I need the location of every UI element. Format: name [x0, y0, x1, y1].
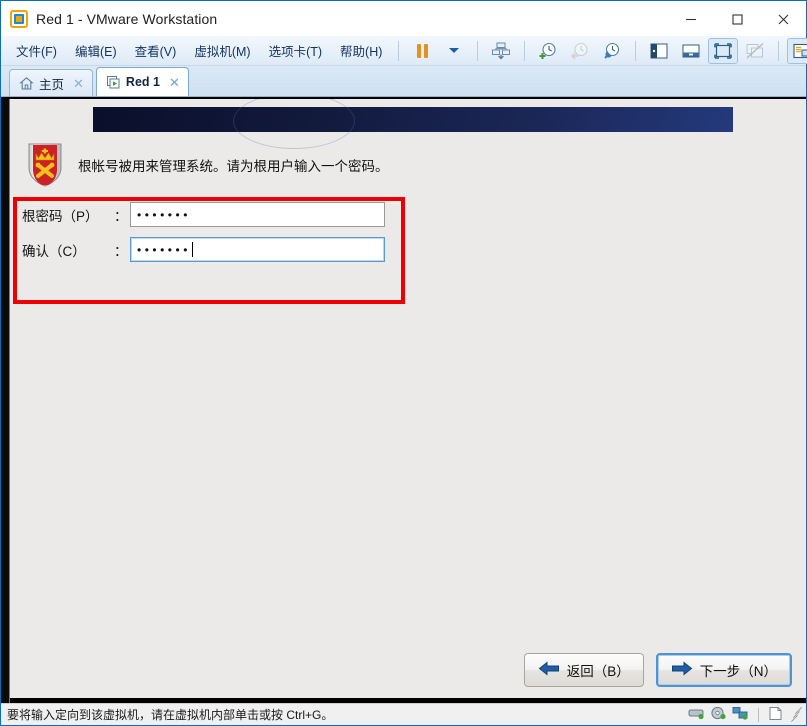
console-view-icon[interactable] [787, 37, 807, 64]
menu-bar: 文件(F) 编辑(E) 查看(V) 虚拟机(M) 选项卡(T) 帮助(H) [1, 36, 807, 66]
status-separator [758, 707, 759, 722]
back-button[interactable]: 返回（B） [523, 653, 644, 687]
status-bar: 要将输入定向到该虚拟机，请在虚拟机内部单击或按 Ctrl+G。 [1, 703, 806, 725]
send-ctrl-alt-del-icon[interactable] [486, 38, 516, 64]
tab-home-close-icon[interactable]: ✕ [73, 77, 84, 90]
menu-help[interactable]: 帮助(H) [331, 37, 391, 64]
menu-view[interactable]: 查看(V) [126, 37, 186, 64]
toolbar-separator [477, 40, 479, 61]
window-title: Red 1 - VMware Workstation [36, 10, 218, 27]
revert-snapshot-icon [565, 38, 595, 64]
password-form: 根密码（P） ： ••••••• 确认（C） ： ••••••• [22, 202, 392, 272]
show-library-icon[interactable] [644, 38, 674, 64]
home-icon [19, 76, 34, 91]
root-password-shield-icon [24, 141, 66, 188]
menu-tabs[interactable]: 选项卡(T) [260, 37, 331, 64]
installer-intro: 根帐号被用来管理系统。请为根用户输入一个密码。 [24, 141, 389, 188]
next-button[interactable]: 下一步（N） [655, 653, 792, 687]
toolbar-separator [778, 40, 780, 61]
tab-home-label: 主页 [39, 77, 65, 92]
next-arrow-icon [671, 661, 693, 679]
vm-left-rail [1, 99, 9, 703]
minimize-button[interactable] [668, 1, 714, 36]
show-thumbnail-bar-icon[interactable] [676, 38, 706, 64]
tab-bar: 主页 ✕ Red 1 ✕ [1, 66, 806, 97]
confirm-password-colon: ： [114, 243, 128, 259]
cd-dvd-icon[interactable] [710, 706, 727, 724]
notes-icon[interactable] [768, 706, 783, 724]
network-adapter-icon[interactable] [732, 706, 749, 724]
status-message: 要将输入定向到该虚拟机，请在虚拟机内部单击或按 Ctrl+G。 [7, 708, 334, 722]
root-password-value: ••••••• [137, 207, 191, 222]
installer-banner [93, 99, 733, 149]
menu-file[interactable]: 文件(F) [7, 37, 66, 64]
next-button-label: 下一步（N） [699, 664, 777, 679]
status-device-icons [688, 706, 803, 724]
root-password-row: 根密码（P） ： ••••••• [22, 202, 392, 227]
close-button[interactable] [760, 1, 806, 36]
menu-edit[interactable]: 编辑(E) [66, 37, 126, 64]
vm-console-area[interactable]: 根帐号被用来管理系统。请为根用户输入一个密码。 根密码（P） ： •••••••… [1, 97, 806, 703]
confirm-password-field[interactable]: ••••••• [130, 237, 385, 262]
toolbar-separator [635, 40, 637, 61]
snapshot-manager-icon[interactable] [597, 38, 627, 64]
confirm-password-row: 确认（C） ： ••••••• [22, 237, 392, 262]
guest-screen[interactable]: 根帐号被用来管理系统。请为根用户输入一个密码。 根密码（P） ： •••••••… [9, 99, 806, 703]
window-controls [668, 1, 806, 36]
vmware-workstation-icon [10, 9, 28, 28]
maximize-button[interactable] [714, 1, 760, 36]
confirm-password-label: 确认（C） [22, 243, 86, 259]
tab-red-1[interactable]: Red 1 ✕ [95, 67, 189, 96]
title-bar: Red 1 - VMware Workstation [1, 1, 806, 36]
hard-disk-icon[interactable] [688, 706, 705, 724]
toolbar-separator [524, 40, 526, 61]
text-cursor [191, 242, 193, 257]
take-snapshot-icon[interactable] [533, 38, 563, 64]
resize-grip[interactable] [788, 706, 803, 722]
tab-home[interactable]: 主页 ✕ [9, 69, 93, 96]
confirm-password-value: ••••••• [137, 242, 191, 257]
toolbar-separator [398, 40, 400, 61]
root-password-label: 根密码（P） [22, 208, 99, 224]
root-password-colon: ： [114, 208, 128, 224]
installer-nav-buttons: 返回（B） 下一步（N） [523, 653, 792, 687]
vmware-workstation-window: Red 1 - VMware Workstation 文件(F) 编辑(E) 查… [0, 0, 807, 726]
back-button-label: 返回（B） [566, 664, 630, 679]
tab-red-1-label: Red 1 [125, 75, 160, 89]
tab-red-1-close-icon[interactable]: ✕ [169, 76, 180, 89]
root-password-field[interactable]: ••••••• [130, 202, 385, 227]
installer-description: 根帐号被用来管理系统。请为根用户输入一个密码。 [78, 158, 389, 174]
unity-mode-icon [740, 38, 770, 64]
menu-vm[interactable]: 虚拟机(M) [185, 37, 259, 64]
pause-icon[interactable] [407, 38, 437, 64]
back-arrow-icon [538, 661, 560, 679]
vm-tab-icon [106, 75, 121, 90]
power-dropdown-caret-icon[interactable] [439, 38, 469, 64]
full-screen-icon[interactable] [708, 37, 739, 64]
